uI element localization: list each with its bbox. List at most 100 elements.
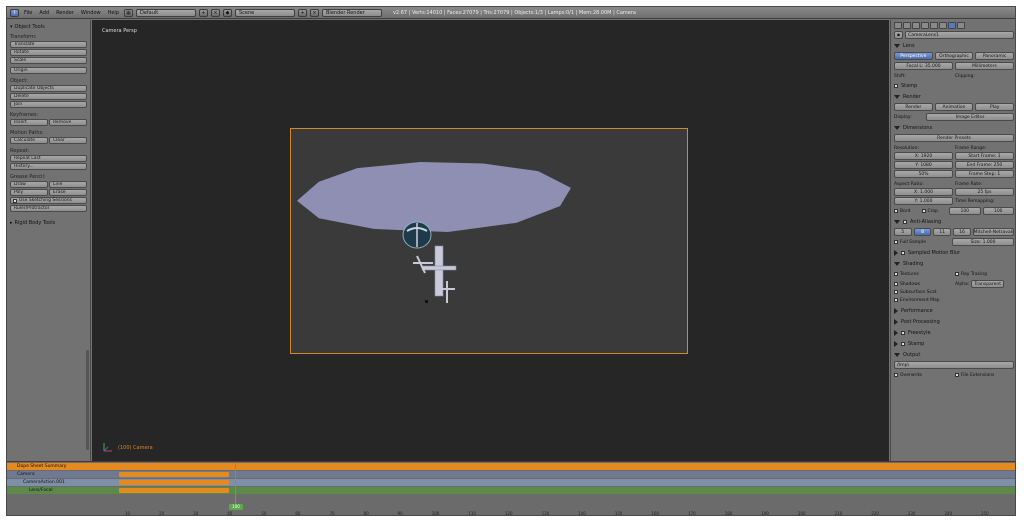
remove-scene-button[interactable]: × — [310, 8, 319, 17]
history-button[interactable]: History... — [10, 163, 87, 170]
scene-tab-icon[interactable] — [912, 21, 920, 29]
output-header[interactable]: Output — [894, 351, 1014, 359]
alpha-select[interactable]: Transparent — [971, 280, 1004, 288]
render-presets-select[interactable]: Render Presets — [894, 134, 1014, 142]
menu-window[interactable]: Window — [79, 10, 103, 16]
ray-tracing-checkbox[interactable]: Ray Tracing — [955, 270, 1014, 278]
repeat-last-button[interactable]: Repeat Last — [10, 155, 87, 162]
frame-ruler[interactable]: 10 20 30 40 50 60 70 80 90 100 110 120 130 140 150 160 1… — [117, 509, 997, 516]
remove-keyframe-button[interactable]: Remove — [49, 119, 87, 126]
object-tab-icon[interactable] — [930, 21, 938, 29]
start-frame-field[interactable]: Start Frame: 1 — [955, 152, 1014, 160]
scene-select[interactable]: Scene — [235, 8, 295, 17]
insert-keyframe-button[interactable]: Insert — [10, 119, 48, 126]
checkbox-icon[interactable] — [901, 342, 905, 346]
checkbox-icon[interactable] — [901, 251, 905, 255]
playhead-line[interactable] — [235, 462, 236, 510]
aspect-y-field[interactable]: Y: 1.000 — [894, 197, 953, 205]
post-processing-header[interactable]: Post Processing — [894, 318, 1014, 326]
shadows-checkbox[interactable]: Shadows — [894, 280, 953, 288]
add-layout-button[interactable]: + — [199, 8, 208, 17]
full-sample-checkbox[interactable]: Full Sample — [894, 238, 950, 246]
render-engine-select[interactable]: Blender Render — [322, 8, 382, 17]
rotate-button[interactable]: Rotate — [10, 49, 87, 56]
crop-checkbox[interactable]: Crop — [921, 207, 948, 215]
camera-keyframe-bar[interactable] — [119, 472, 229, 477]
camera-data-tab-icon[interactable] — [948, 21, 956, 29]
focal-length-field[interactable]: Focal L: 35.000 — [894, 62, 953, 70]
performance-header[interactable]: Performance — [894, 307, 1014, 315]
lens-header[interactable]: Lens — [894, 42, 1014, 50]
subsurface-checkbox[interactable]: Subsurface Scat — [894, 288, 1014, 296]
aa-samples-16[interactable]: 16 — [953, 228, 971, 236]
3d-viewport[interactable]: Camera Persp (100) Camera — [92, 20, 889, 461]
aa-samples-5[interactable]: 5 — [894, 228, 912, 236]
erase-button[interactable]: Erase — [49, 189, 87, 196]
display-select[interactable]: Image Editor — [926, 113, 1014, 121]
render-button[interactable]: Render — [894, 103, 933, 111]
textures-checkbox[interactable]: Textures — [894, 270, 953, 278]
menu-help[interactable]: Help — [106, 10, 121, 16]
border-checkbox[interactable]: Bord — [894, 207, 920, 215]
tools-scrollbar[interactable] — [86, 350, 89, 450]
remap-old-field[interactable]: 100 — [949, 207, 981, 215]
sketching-sessions-checkbox[interactable]: Use Sketching Sessions — [10, 197, 87, 204]
texture-tab-icon[interactable] — [957, 21, 965, 29]
screen-layout-select[interactable]: Default — [136, 8, 196, 17]
aa-samples-11[interactable]: 11 — [933, 228, 952, 236]
perspective-tab[interactable]: Perspective — [894, 52, 933, 60]
dope-sheet[interactable]: Dope Sheet Summary Camera CameraAction.0… — [7, 461, 1015, 516]
output-path-field[interactable]: /tmp\ — [894, 361, 1014, 369]
resolution-y-field[interactable]: Y: 1080 — [894, 161, 953, 169]
aa-size-field[interactable]: Size: 1.000 — [952, 238, 1014, 246]
join-button[interactable]: Join — [10, 101, 87, 108]
origin-button[interactable]: Origin — [10, 67, 87, 74]
remap-new-field[interactable]: 100 — [982, 207, 1014, 215]
summary-keyframe-bar[interactable] — [119, 464, 229, 469]
line-button[interactable]: Line — [49, 181, 87, 188]
world-tab-icon[interactable] — [921, 21, 929, 29]
frame-rate-select[interactable]: 25 fps — [955, 188, 1014, 196]
camera-datablock-name[interactable]: CameraLens1 — [905, 31, 1014, 39]
orthographic-tab[interactable]: Orthographic — [934, 52, 974, 60]
checkbox-icon[interactable] — [901, 331, 905, 335]
stamp-header-top[interactable]: Stamp — [894, 82, 1014, 90]
constraints-tab-icon[interactable] — [939, 21, 947, 29]
action-keyframe-bar[interactable] — [119, 480, 229, 485]
aa-filter-select[interactable]: Mitchell-Netravali — [972, 228, 1015, 236]
aa-samples-8[interactable]: 8 — [913, 228, 932, 236]
focal-keyframe-bar[interactable] — [119, 488, 229, 493]
overwrite-checkbox[interactable]: Overwrite — [894, 371, 953, 379]
poly-button[interactable]: Poly — [10, 189, 48, 196]
menu-add[interactable]: Add — [37, 10, 51, 16]
menu-file[interactable]: File — [22, 10, 34, 16]
render-tab-icon[interactable] — [894, 21, 902, 29]
aspect-x-field[interactable]: X: 1.000 — [894, 188, 953, 196]
layers-tab-icon[interactable] — [903, 21, 911, 29]
translate-button[interactable]: Translate — [10, 41, 87, 48]
frame-step-field[interactable]: Frame Step: 1 — [955, 170, 1014, 178]
file-extensions-checkbox[interactable]: File Extensions — [955, 371, 1014, 379]
resolution-x-field[interactable]: X: 1920 — [894, 152, 953, 160]
scale-button[interactable]: Scale — [10, 57, 87, 64]
delete-button[interactable]: Delete — [10, 93, 87, 100]
anti-aliasing-header[interactable]: Anti-Aliasing — [894, 218, 1014, 226]
layout-icon[interactable]: ▦ — [124, 8, 133, 17]
freestyle-header[interactable]: Freestyle — [894, 329, 1014, 337]
ruler-protractor-button[interactable]: Ruler/Protractor — [10, 205, 87, 212]
scene-icon[interactable]: ◆ — [223, 8, 232, 17]
end-frame-field[interactable]: End Frame: 250 — [955, 161, 1014, 169]
calculate-paths-button[interactable]: Calculate — [10, 137, 48, 144]
lens-unit-select[interactable]: Millimeters — [955, 62, 1014, 70]
3d-cursor[interactable] — [425, 300, 428, 303]
clear-paths-button[interactable]: Clear — [49, 137, 87, 144]
motion-blur-header[interactable]: Sampled Motion Blur — [894, 249, 1014, 257]
draw-button[interactable]: Draw — [10, 181, 48, 188]
remove-layout-button[interactable]: × — [211, 8, 220, 17]
checkbox-icon[interactable] — [903, 220, 907, 224]
render-header[interactable]: Render — [894, 93, 1014, 101]
add-scene-button[interactable]: + — [298, 8, 307, 17]
object-tools-header[interactable]: ▾ Object Tools — [10, 24, 87, 30]
menu-render[interactable]: Render — [54, 10, 76, 16]
resolution-percentage-slider[interactable]: 50% — [894, 170, 953, 178]
